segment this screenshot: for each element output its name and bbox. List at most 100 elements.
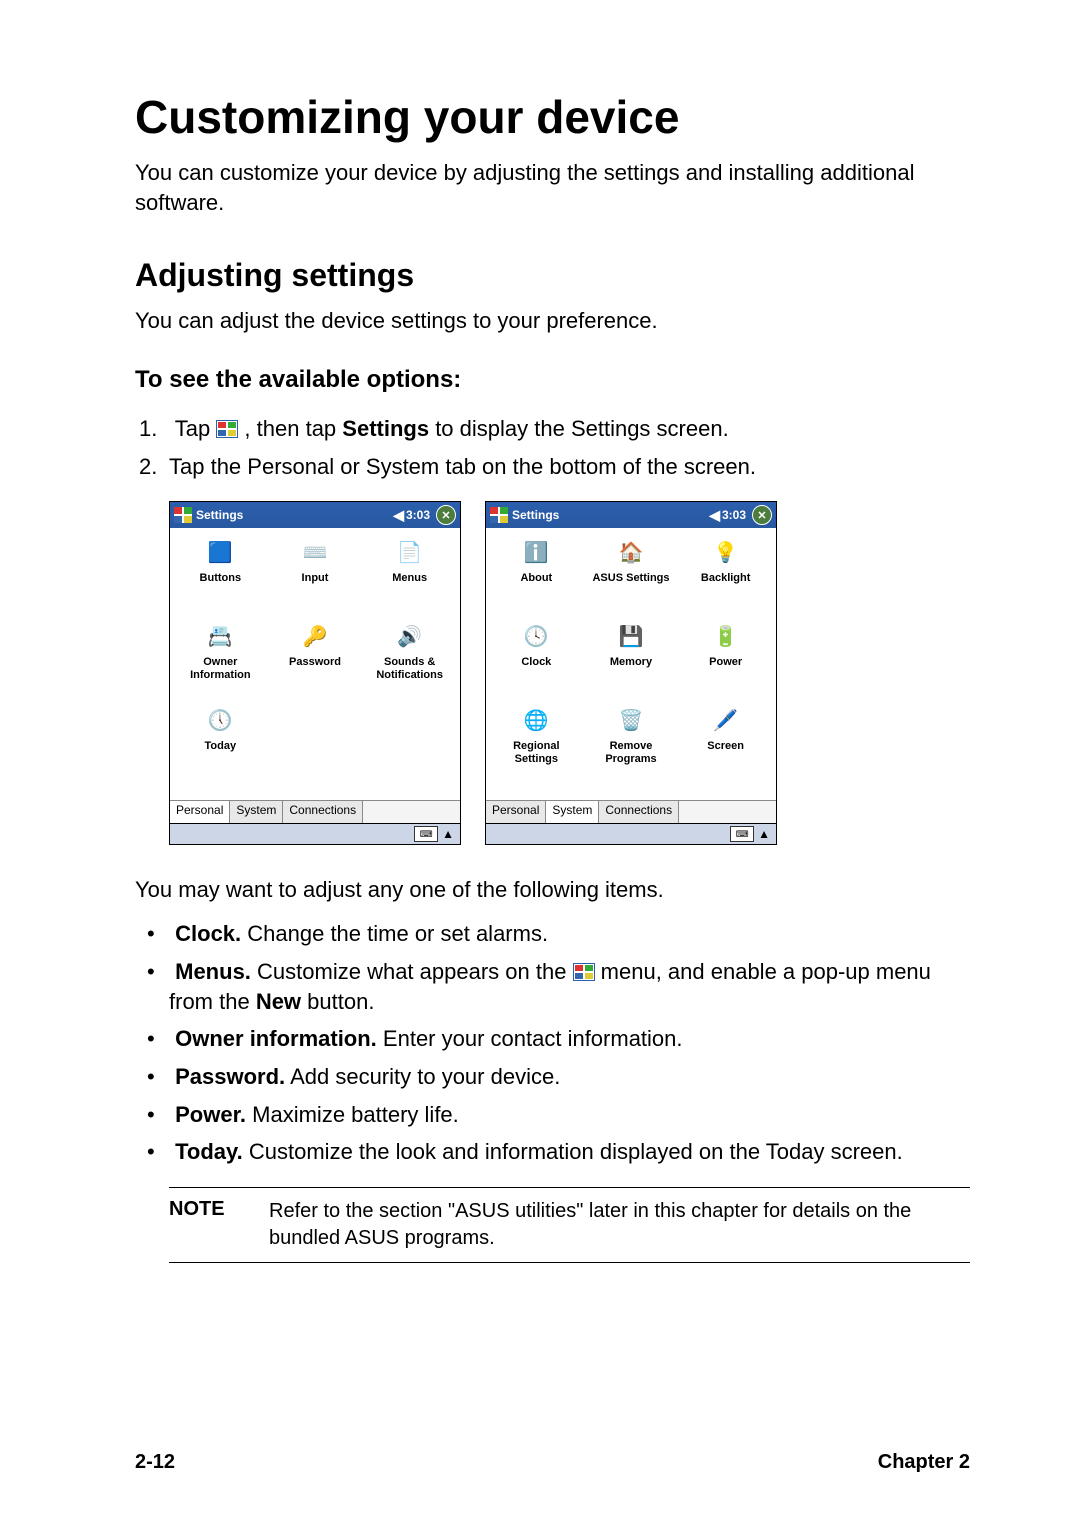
start-icon [216, 420, 238, 438]
item-regional-settings[interactable]: 🌐Regional Settings [490, 702, 583, 784]
pda-tabs-system: Personal System Connections [486, 800, 776, 823]
bullet-text: Change the time or set alarms. [241, 921, 548, 946]
password-icon: 🔑 [299, 622, 331, 652]
paragraph: You may want to adjust any one of the fo… [135, 875, 970, 905]
step-1: Tap , then tap Settings to display the S… [135, 414, 970, 444]
item-sounds-notifications[interactable]: 🔊Sounds & Notifications [363, 618, 456, 700]
speaker-icon[interactable]: ◀ [393, 507, 404, 524]
bullet-today: Today. Customize the look and informatio… [135, 1137, 970, 1167]
bullet-owner: Owner information. Enter your contact in… [135, 1024, 970, 1054]
chapter-label: Chapter 2 [878, 1451, 970, 1474]
item-today[interactable]: 🕔Today [174, 702, 267, 784]
bullet-text: Enter your contact information. [377, 1026, 683, 1051]
page-number: 2-12 [135, 1451, 175, 1474]
tab-personal[interactable]: Personal [170, 801, 230, 823]
clock-time[interactable]: 3:03 [722, 508, 746, 522]
page: Customizing your device You can customiz… [0, 0, 1080, 1528]
sip-bar: ⌨ ▲ [170, 823, 460, 844]
bullet-label: Owner information. [175, 1026, 377, 1051]
asus-settings-icon: 🏠 [615, 538, 647, 568]
start-icon[interactable] [174, 507, 192, 523]
backlight-icon: 💡 [710, 538, 742, 568]
item-password[interactable]: 🔑Password [269, 618, 362, 700]
screen-icon: 🖊️ [710, 706, 742, 736]
tab-personal[interactable]: Personal [486, 801, 546, 823]
page-title: Customizing your device [135, 90, 970, 144]
icon-grid-personal: 🟦Buttons ⌨️Input 📄Menus 📇Owner Informati… [170, 528, 460, 800]
item-buttons[interactable]: 🟦Buttons [174, 534, 267, 616]
step1-pre: Tap [175, 416, 217, 441]
pda-tabs-personal: Personal System Connections [170, 800, 460, 823]
item-memory[interactable]: 💾Memory [585, 618, 678, 700]
close-button[interactable]: ✕ [752, 505, 772, 525]
note-box: NOTE Refer to the section "ASUS utilitie… [169, 1187, 970, 1263]
steps-list: Tap , then tap Settings to display the S… [135, 414, 970, 481]
close-button[interactable]: ✕ [436, 505, 456, 525]
section-heading: Adjusting settings [135, 257, 970, 294]
bullet-text: Customize the look and information displ… [243, 1139, 903, 1164]
subsection-heading: To see the available options: [135, 366, 970, 394]
bullet-clock: Clock. Change the time or set alarms. [135, 919, 970, 949]
bullet-power: Power. Maximize battery life. [135, 1100, 970, 1130]
sip-arrow-icon[interactable]: ▲ [758, 827, 770, 841]
about-icon: ℹ️ [520, 538, 552, 568]
keyboard-icon[interactable]: ⌨ [414, 826, 438, 842]
sounds-icon: 🔊 [394, 622, 426, 652]
item-about[interactable]: ℹ️About [490, 534, 583, 616]
item-input[interactable]: ⌨️Input [269, 534, 362, 616]
bullet-text: Add security to your device. [285, 1064, 560, 1089]
item-remove-programs[interactable]: 🗑️Remove Programs [585, 702, 678, 784]
bullet-text: Customize what appears on the [251, 959, 573, 984]
pda-system: Settings ◀ 3:03 ✕ ℹ️About 🏠ASUS Settings… [485, 501, 777, 845]
start-icon[interactable] [490, 507, 508, 523]
item-power[interactable]: 🔋Power [679, 618, 772, 700]
speaker-icon[interactable]: ◀ [709, 507, 720, 524]
item-owner-information[interactable]: 📇Owner Information [174, 618, 267, 700]
sip-arrow-icon[interactable]: ▲ [442, 827, 454, 841]
item-clock[interactable]: 🕓Clock [490, 618, 583, 700]
power-icon: 🔋 [710, 622, 742, 652]
input-icon: ⌨️ [299, 538, 331, 568]
bullet-menus: Menus. Customize what appears on the men… [135, 957, 970, 1016]
window-title: Settings [512, 508, 709, 522]
step1-bold: Settings [342, 416, 429, 441]
tab-connections[interactable]: Connections [599, 801, 679, 823]
regional-settings-icon: 🌐 [520, 706, 552, 736]
step1-mid: , then tap [238, 416, 342, 441]
item-backlight[interactable]: 💡Backlight [679, 534, 772, 616]
bullet-bold: New [256, 989, 301, 1014]
note-text: Refer to the section "ASUS utilities" la… [269, 1198, 970, 1252]
start-icon [573, 963, 595, 981]
window-title: Settings [196, 508, 393, 522]
bullet-label: Power. [175, 1102, 246, 1127]
bullet-label: Menus. [175, 959, 251, 984]
titlebar: Settings ◀ 3:03 ✕ [170, 502, 460, 528]
titlebar: Settings ◀ 3:03 ✕ [486, 502, 776, 528]
sip-bar: ⌨ ▲ [486, 823, 776, 844]
step-2: Tap the Personal or System tab on the bo… [135, 452, 970, 482]
clock-icon: 🕓 [520, 622, 552, 652]
pda-personal: Settings ◀ 3:03 ✕ 🟦Buttons ⌨️Input 📄Menu… [169, 501, 461, 845]
step1-post: to display the Settings screen. [429, 416, 729, 441]
bullet-label: Today. [175, 1139, 243, 1164]
pda-screenshots: Settings ◀ 3:03 ✕ 🟦Buttons ⌨️Input 📄Menu… [169, 501, 970, 845]
item-asus-settings[interactable]: 🏠ASUS Settings [585, 534, 678, 616]
today-icon: 🕔 [204, 706, 236, 736]
item-screen[interactable]: 🖊️Screen [679, 702, 772, 784]
item-menus[interactable]: 📄Menus [363, 534, 456, 616]
memory-icon: 💾 [615, 622, 647, 652]
page-footer: 2-12 Chapter 2 [135, 1451, 970, 1474]
bullet-label: Password. [175, 1064, 285, 1089]
tab-system[interactable]: System [230, 801, 283, 823]
icon-grid-system: ℹ️About 🏠ASUS Settings 💡Backlight 🕓Clock… [486, 528, 776, 800]
section-text: You can adjust the device settings to yo… [135, 306, 970, 336]
intro-text: You can customize your device by adjusti… [135, 158, 970, 217]
menus-icon: 📄 [394, 538, 426, 568]
tab-system[interactable]: System [546, 801, 599, 823]
keyboard-icon[interactable]: ⌨ [730, 826, 754, 842]
tab-connections[interactable]: Connections [283, 801, 363, 823]
clock-time[interactable]: 3:03 [406, 508, 430, 522]
bullet-password: Password. Add security to your device. [135, 1062, 970, 1092]
bullet-text: Maximize battery life. [246, 1102, 459, 1127]
bullet-list: Clock. Change the time or set alarms. Me… [135, 919, 970, 1167]
